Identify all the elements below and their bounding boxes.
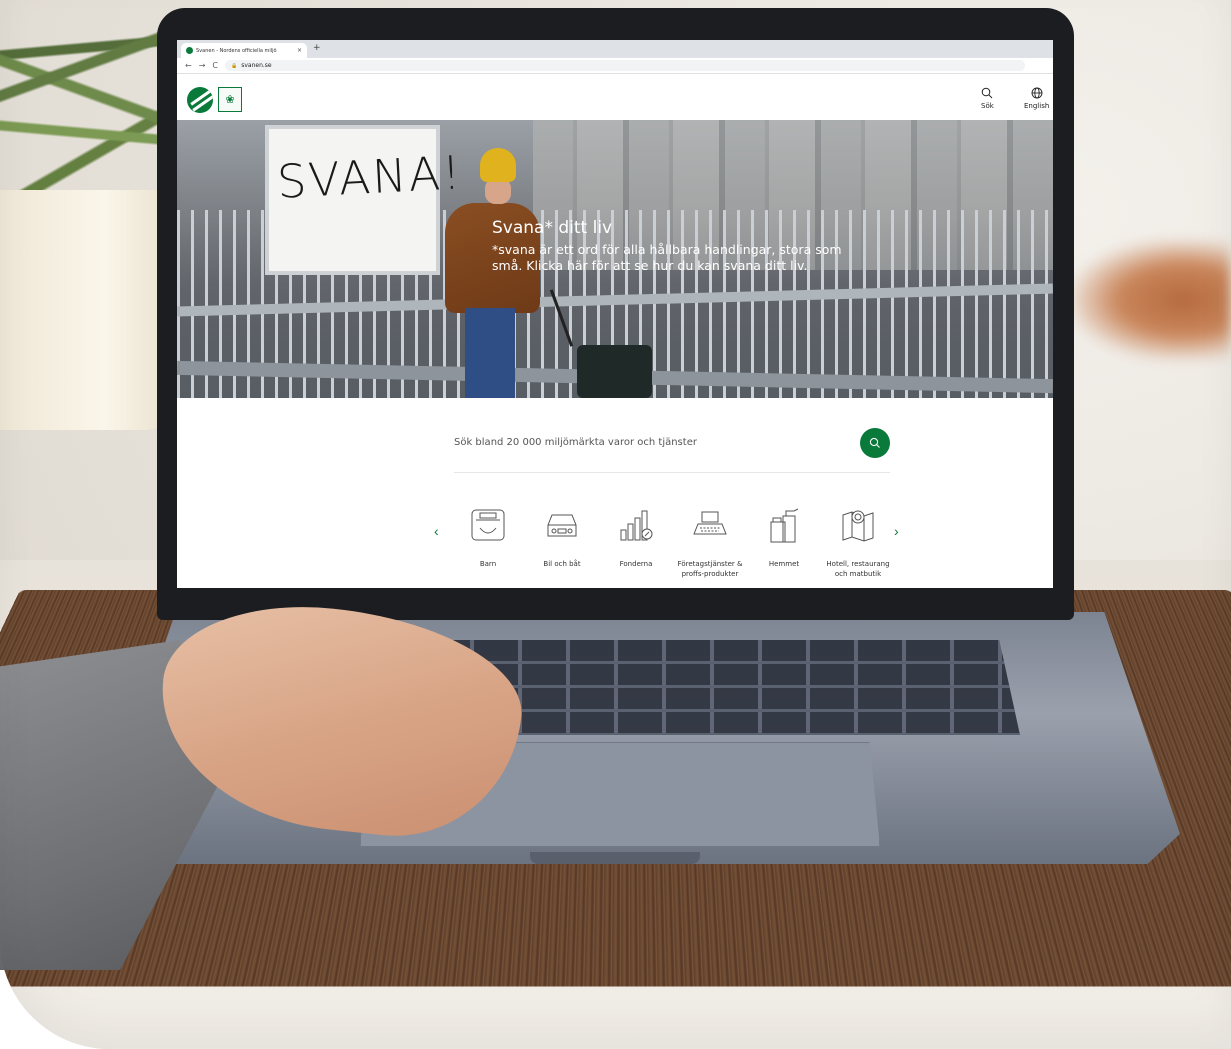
language-label: English xyxy=(1024,102,1050,110)
search-icon xyxy=(869,437,880,448)
svanen-logo[interactable] xyxy=(187,87,213,113)
laptop-screen: Svanen - Nordens officiella miljö × + ← … xyxy=(177,40,1053,588)
header-search-button[interactable]: Sök xyxy=(981,87,994,110)
eu-ecolabel-logo[interactable]: ❀ xyxy=(218,87,242,112)
tab-close-icon[interactable]: × xyxy=(297,47,302,54)
category-foretagstjanster[interactable]: Företagstjänster & proffs-produkter xyxy=(674,505,746,579)
category-hotell-restaurang[interactable]: Hotell, restaurang och matbutik xyxy=(822,505,894,579)
luggage xyxy=(577,345,652,398)
search-icon xyxy=(982,87,993,99)
reload-icon[interactable]: C xyxy=(212,61,218,70)
category-hemmet[interactable]: Hemmet xyxy=(748,505,820,569)
category-label: Hemmet xyxy=(768,560,800,568)
language-button[interactable]: English xyxy=(1024,87,1049,110)
category-label: Hotell, restaurang och matbutik xyxy=(826,560,890,578)
product-search xyxy=(454,425,890,473)
new-tab-icon[interactable]: + xyxy=(313,43,321,53)
printer-icon xyxy=(690,505,730,545)
tab-title: Svanen - Nordens officiella miljö xyxy=(196,47,277,54)
category-carousel: ‹ › Barn Bil och båt Fonderna Företagstj… xyxy=(432,505,907,588)
site-header: ❀ Sök English xyxy=(177,75,1053,120)
browser-tabbar: Svanen - Nordens officiella miljö × + xyxy=(177,40,1053,58)
category-fonderna[interactable]: Fonderna xyxy=(600,505,672,569)
product-search-button[interactable] xyxy=(860,428,890,458)
category-label: Företagstjänster & proffs-produkter xyxy=(677,560,743,578)
hero-title[interactable]: Svana* ditt liv xyxy=(492,218,612,238)
laptop-notch xyxy=(530,852,700,864)
hero-text[interactable]: *svana är ett ord för alla hållbara hand… xyxy=(492,242,852,274)
category-bil-och-bat[interactable]: Bil och båt xyxy=(526,505,598,569)
bar-chart-icon xyxy=(616,505,656,545)
category-label: Bil och båt xyxy=(543,560,581,568)
header-search-label: Sök xyxy=(981,102,994,110)
browser-tab[interactable]: Svanen - Nordens officiella miljö × xyxy=(181,43,307,58)
car-icon xyxy=(542,505,582,545)
diaper-icon xyxy=(468,505,508,545)
background-object xyxy=(1071,240,1231,360)
lock-icon: 🔒 xyxy=(231,62,238,69)
spray-bottle-icon xyxy=(764,505,804,545)
map-pin-icon xyxy=(838,505,878,545)
hero-banner[interactable]: SVANA! Svana* ditt liv *svana är ett ord… xyxy=(177,120,1053,398)
product-search-input[interactable] xyxy=(454,430,844,454)
carousel-next-button[interactable]: › xyxy=(894,523,899,539)
favicon-icon xyxy=(186,47,193,54)
globe-icon xyxy=(1031,87,1043,99)
plant-pot xyxy=(0,190,175,430)
url-text: svanen.se xyxy=(241,62,272,69)
back-icon[interactable]: ← xyxy=(185,61,192,70)
category-label: Barn xyxy=(479,560,497,568)
browser-addressbar: ← → C 🔒 svanen.se xyxy=(177,58,1053,74)
category-label: Fonderna xyxy=(619,560,653,568)
carousel-prev-button[interactable]: ‹ xyxy=(434,523,439,539)
url-field[interactable]: 🔒 svanen.se xyxy=(225,60,1025,71)
category-barn[interactable]: Barn xyxy=(452,505,524,569)
forward-icon[interactable]: → xyxy=(199,61,206,70)
